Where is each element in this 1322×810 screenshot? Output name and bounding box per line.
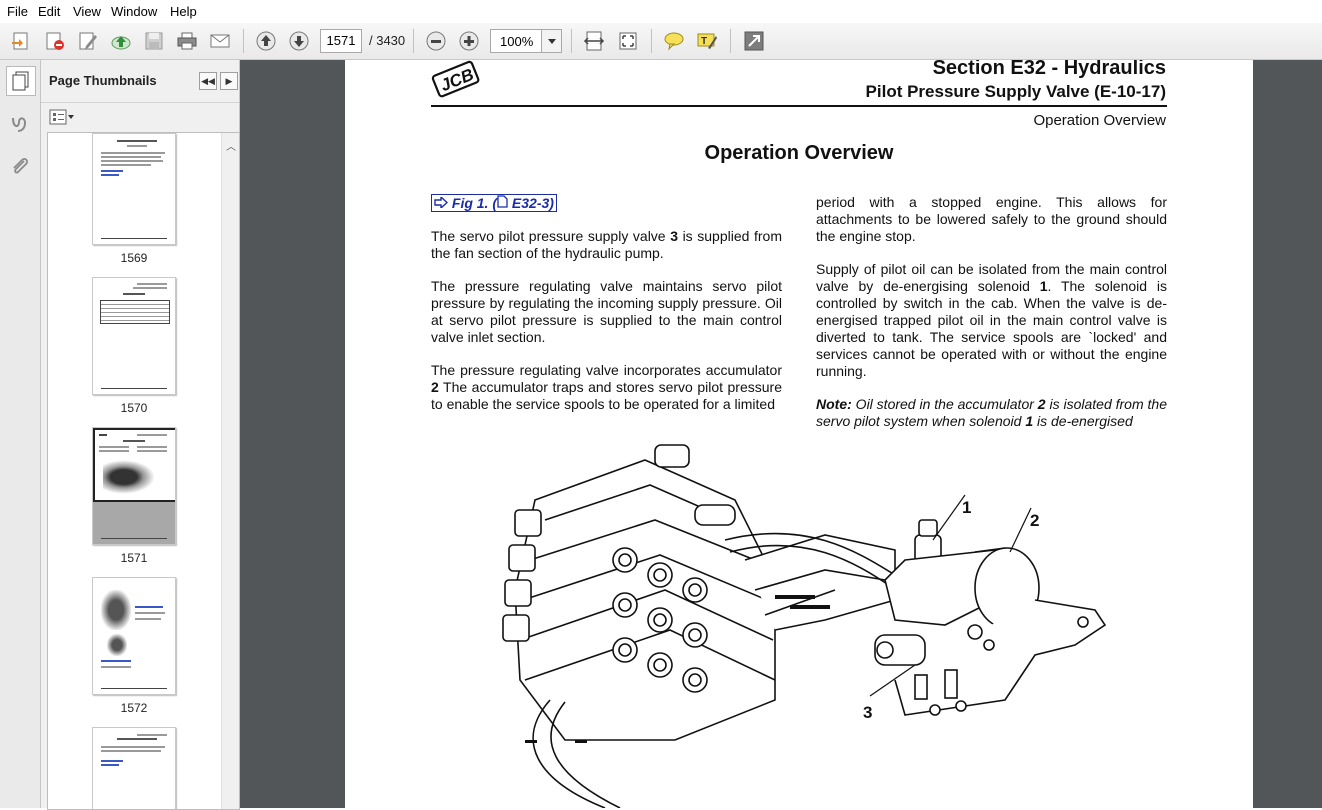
- toolbar-separator: [413, 29, 414, 53]
- thumbnail-label: 1569: [120, 251, 148, 265]
- thumbnail-page[interactable]: [92, 727, 176, 809]
- expand-icon[interactable]: [741, 28, 767, 54]
- comment-icon[interactable]: [661, 28, 687, 54]
- fit-width-icon[interactable]: [581, 28, 607, 54]
- arrow-right-icon: [434, 195, 449, 211]
- left-column: The servo pilot pressure supply valve 3 …: [431, 228, 782, 429]
- header-rule: [431, 105, 1167, 107]
- thumbnail-page[interactable]: [92, 277, 176, 395]
- collapse-panel-icon[interactable]: ◀◀: [199, 72, 217, 90]
- document-viewport[interactable]: JCB Section E32 - Hydraulics Pilot Press…: [240, 60, 1322, 808]
- callout-1: 1: [962, 498, 972, 517]
- zoom-select[interactable]: 100%: [490, 29, 562, 53]
- navigation-rail: [0, 60, 41, 808]
- header-topic: Operation Overview: [1033, 112, 1166, 129]
- svg-text:T: T: [701, 36, 707, 47]
- email-icon[interactable]: [207, 28, 233, 54]
- fit-page-icon[interactable]: [615, 28, 641, 54]
- figure-link-text: Fig 1. (: [451, 195, 498, 211]
- pages-icon[interactable]: [6, 66, 36, 96]
- thumbnail-label: 1571: [120, 551, 148, 565]
- thumbnail-list: 1569 1570 1571 1572 ︿: [47, 132, 240, 810]
- page-ref-icon: [497, 195, 508, 211]
- right-column: period with a stopped engine. This allow…: [816, 194, 1167, 446]
- menu-file[interactable]: File: [7, 4, 28, 19]
- thumbnail-label: 1570: [120, 401, 148, 415]
- edit-icon[interactable]: [75, 28, 101, 54]
- note-paragraph: Note: Oil stored in the accumulator 2 is…: [816, 396, 1167, 429]
- callout-3: 3: [863, 703, 873, 722]
- zoom-in-icon[interactable]: [456, 28, 482, 54]
- pdf-page: JCB Section E32 - Hydraulics Pilot Press…: [345, 60, 1253, 808]
- callout-2: 2: [1030, 511, 1040, 530]
- export-icon[interactable]: [42, 28, 68, 54]
- highlight-icon[interactable]: T: [694, 28, 720, 54]
- thumbnails-panel: Page Thumbnails ◀◀ ▶ 1569 1570 1571 1572…: [41, 60, 273, 810]
- paragraph: The pressure regulating valve incorporat…: [431, 362, 782, 412]
- page-number-input[interactable]: 1571: [320, 29, 362, 53]
- toolbar: 1571 / 3430 100% T: [0, 23, 1322, 60]
- panel-next-icon[interactable]: ▶: [220, 72, 238, 90]
- attachments-icon[interactable]: [6, 152, 34, 180]
- menu-window[interactable]: Window: [111, 4, 157, 19]
- toolbar-separator: [730, 29, 731, 53]
- paragraph: period with a stopped engine. This allow…: [816, 194, 1167, 244]
- toolbar-separator: [651, 29, 652, 53]
- paragraph: Supply of pilot oil can be isolated from…: [816, 261, 1167, 379]
- toolbar-separator: [243, 29, 244, 53]
- page-up-icon[interactable]: [253, 28, 279, 54]
- menu-edit[interactable]: Edit: [38, 4, 60, 19]
- figure-ref-text: E32-3): [511, 195, 554, 211]
- print-icon[interactable]: [174, 28, 200, 54]
- thumbnail-page[interactable]: [92, 577, 176, 695]
- zoom-out-icon[interactable]: [423, 28, 449, 54]
- section-title: Section E32 - Hydraulics: [932, 60, 1166, 79]
- page-down-icon[interactable]: [286, 28, 312, 54]
- toolbar-separator: [571, 29, 572, 53]
- thumbnails-header: Page Thumbnails ◀◀ ▶: [41, 60, 239, 103]
- subsection-title: Pilot Pressure Supply Valve (E-10-17): [865, 82, 1166, 101]
- thumbnail-scrollbar[interactable]: ︿: [221, 133, 239, 809]
- paragraph: The pressure regulating valve maintains …: [431, 278, 782, 345]
- thumbnail-page[interactable]: [92, 133, 176, 245]
- paragraph: The servo pilot pressure supply valve 3 …: [431, 228, 783, 261]
- page-total: / 3430: [369, 33, 406, 48]
- chevron-down-icon[interactable]: [541, 30, 561, 52]
- page-title: Operation Overview: [704, 142, 894, 164]
- thumbnail-options-button[interactable]: [49, 108, 75, 126]
- zoom-value: 100%: [500, 34, 534, 49]
- create-icon[interactable]: [8, 28, 34, 54]
- upload-icon[interactable]: [108, 28, 134, 54]
- save-icon[interactable]: [141, 28, 167, 54]
- valve-illustration: [502, 444, 1107, 808]
- menu-help[interactable]: Help: [170, 4, 197, 19]
- menu-view[interactable]: View: [73, 4, 101, 19]
- panel-title: Page Thumbnails: [49, 73, 157, 88]
- menu-bar: File Edit View Window Help: [0, 0, 1322, 23]
- jcb-logo: JCB: [431, 60, 481, 105]
- thumbnail-page-selected[interactable]: [92, 427, 176, 545]
- signatures-icon[interactable]: [6, 110, 34, 138]
- figure-link[interactable]: Fig 1. ( E32-3): [431, 194, 557, 212]
- thumbnail-label: 1572: [120, 701, 148, 715]
- scroll-up-icon[interactable]: ︿: [226, 138, 236, 153]
